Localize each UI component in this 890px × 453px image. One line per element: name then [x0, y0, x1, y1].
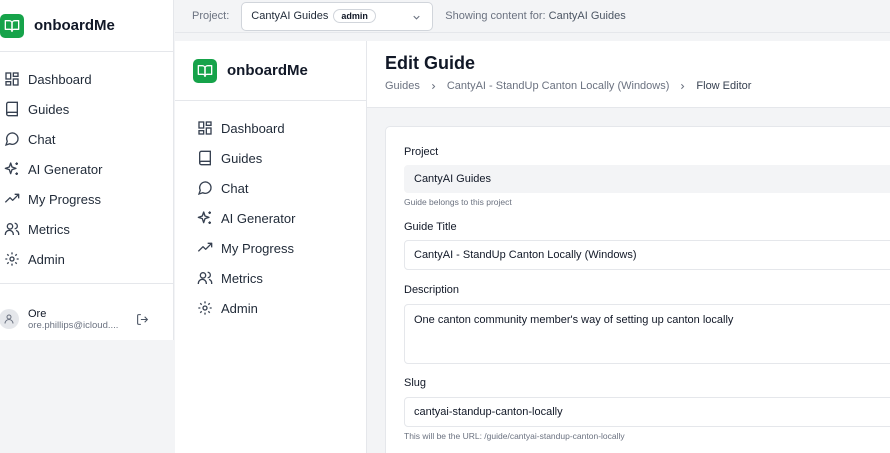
breadcrumb-link-guide[interactable]: CantyAI - StandUp Canton Locally (Window…	[447, 80, 670, 92]
slug-hint: This will be the URL: /guide/cantyai-sta…	[404, 431, 625, 441]
sparkles-icon	[4, 161, 20, 177]
sidebar-item-my-progress[interactable]: My Progress	[175, 233, 366, 263]
edit-guide-form: Project CantyAI Guides Guide belongs to …	[385, 126, 890, 453]
sidebar-item-ai-generator[interactable]: AI Generator	[0, 154, 173, 184]
breadcrumb-current: Flow Editor	[696, 80, 752, 92]
users-icon	[4, 221, 20, 237]
slug-input[interactable]: cantyai-standup-canton-locally	[404, 397, 890, 427]
trending-up-icon	[197, 240, 213, 256]
page-title: Edit Guide	[385, 53, 475, 73]
chevron-right-icon	[429, 82, 438, 91]
trending-up-icon	[4, 191, 20, 207]
main-content: Edit Guide Guides CantyAI - StandUp Cant…	[367, 41, 890, 453]
guide-title-value: CantyAI - StandUp Canton Locally (Window…	[414, 249, 637, 261]
project-field-value: CantyAI Guides	[414, 173, 492, 185]
brand-name: onboardMe	[227, 62, 308, 79]
chat-icon	[4, 131, 20, 147]
gear-icon	[4, 251, 20, 267]
guide-title-label: Guide Title	[404, 221, 457, 233]
brand-name: onboardMe	[34, 17, 115, 34]
sidebar-item-label: Chat	[28, 131, 56, 147]
brand[interactable]: onboardMe	[175, 41, 366, 101]
sidebar-item-label: Dashboard	[221, 120, 285, 136]
sidebar-item-guides[interactable]: Guides	[0, 94, 173, 124]
sidebar-nav: Dashboard Guides Chat AI Generator My Pr…	[0, 52, 173, 284]
sidebar-item-label: Guides	[221, 150, 263, 166]
sidebar-item-label: My Progress	[221, 240, 294, 256]
sidebar-item-metrics[interactable]: Metrics	[0, 214, 173, 244]
role-badge: admin	[333, 9, 376, 23]
sidebar-item-chat[interactable]: Chat	[0, 124, 173, 154]
sparkles-icon	[197, 210, 213, 226]
dashboard-icon	[4, 71, 20, 87]
project-select[interactable]: CantyAI Guides admin	[241, 1, 434, 31]
outer-sidebar: onboardMe Dashboard Guides Chat AI Gener…	[0, 0, 174, 340]
showing-prefix: Showing content for:	[445, 10, 546, 22]
sidebar-item-guides[interactable]: Guides	[175, 143, 366, 173]
project-field-hint: Guide belongs to this project	[404, 197, 512, 207]
book-icon	[4, 101, 20, 117]
sidebar-item-label: My Progress	[28, 191, 101, 207]
project-field-label: Project	[404, 146, 439, 158]
sidebar-item-label: AI Generator	[28, 161, 103, 177]
sidebar-item-admin[interactable]: Admin	[0, 244, 173, 274]
guide-title-input[interactable]: CantyAI - StandUp Canton Locally (Window…	[404, 240, 890, 270]
sidebar-item-label: Admin	[28, 251, 65, 267]
project-field: CantyAI Guides	[404, 165, 890, 193]
sidebar-item-label: AI Generator	[221, 210, 296, 226]
sidebar-item-metrics[interactable]: Metrics	[175, 263, 366, 293]
sidebar-item-chat[interactable]: Chat	[175, 173, 366, 203]
sidebar-item-dashboard[interactable]: Dashboard	[0, 64, 173, 94]
slug-label: Slug	[404, 377, 427, 389]
inner-sidebar: onboardMe Dashboard Guides Chat AI Gener…	[175, 41, 367, 453]
sidebar-item-label: Guides	[28, 101, 70, 117]
project-select-value: CantyAI Guides	[251, 10, 329, 22]
slug-value: cantyai-standup-canton-locally	[414, 406, 563, 418]
description-label: Description	[404, 284, 460, 296]
sidebar-item-ai-generator[interactable]: AI Generator	[175, 203, 366, 233]
project-label: Project:	[192, 10, 230, 22]
showing-project: CantyAI Guides	[548, 10, 626, 22]
sidebar-item-my-progress[interactable]: My Progress	[0, 184, 173, 214]
user-email: ore.phillips@icloud....	[28, 319, 119, 331]
breadcrumb: Guides CantyAI - StandUp Canton Locally …	[385, 80, 890, 92]
chat-icon	[197, 180, 213, 196]
page-header: Edit Guide Guides CantyAI - StandUp Cant…	[367, 41, 890, 108]
book-open-logo-icon	[193, 58, 217, 83]
description-value: One canton community member's way of set…	[414, 314, 734, 326]
book-open-logo-icon	[0, 13, 24, 38]
avatar[interactable]	[0, 309, 19, 329]
showing-content-text: Showing content for: CantyAI Guides	[445, 10, 625, 22]
gear-icon	[197, 300, 213, 316]
user-name: Ore	[28, 307, 47, 320]
description-textarea[interactable]: One canton community member's way of set…	[404, 304, 890, 364]
sidebar-item-label: Chat	[221, 180, 249, 196]
dashboard-icon	[197, 120, 213, 136]
chevron-right-icon	[678, 82, 687, 91]
user-profile: Ore ore.phillips@icloud....	[0, 284, 173, 342]
project-topbar: Project: CantyAI Guides admin Showing co…	[175, 0, 890, 33]
brand[interactable]: onboardMe	[0, 0, 173, 52]
sidebar-nav: Dashboard Guides Chat AI Generator My Pr…	[175, 101, 366, 323]
sidebar-item-label: Metrics	[28, 221, 70, 237]
users-icon	[197, 270, 213, 286]
book-icon	[197, 150, 213, 166]
sidebar-item-label: Metrics	[221, 270, 263, 286]
breadcrumb-link-guides[interactable]: Guides	[385, 80, 420, 92]
chevron-down-icon	[411, 12, 422, 23]
sidebar-item-admin[interactable]: Admin	[175, 293, 366, 323]
sidebar-item-dashboard[interactable]: Dashboard	[175, 113, 366, 143]
sidebar-item-label: Admin	[221, 300, 258, 316]
sidebar-item-label: Dashboard	[28, 71, 92, 87]
logout-icon[interactable]	[136, 313, 149, 326]
